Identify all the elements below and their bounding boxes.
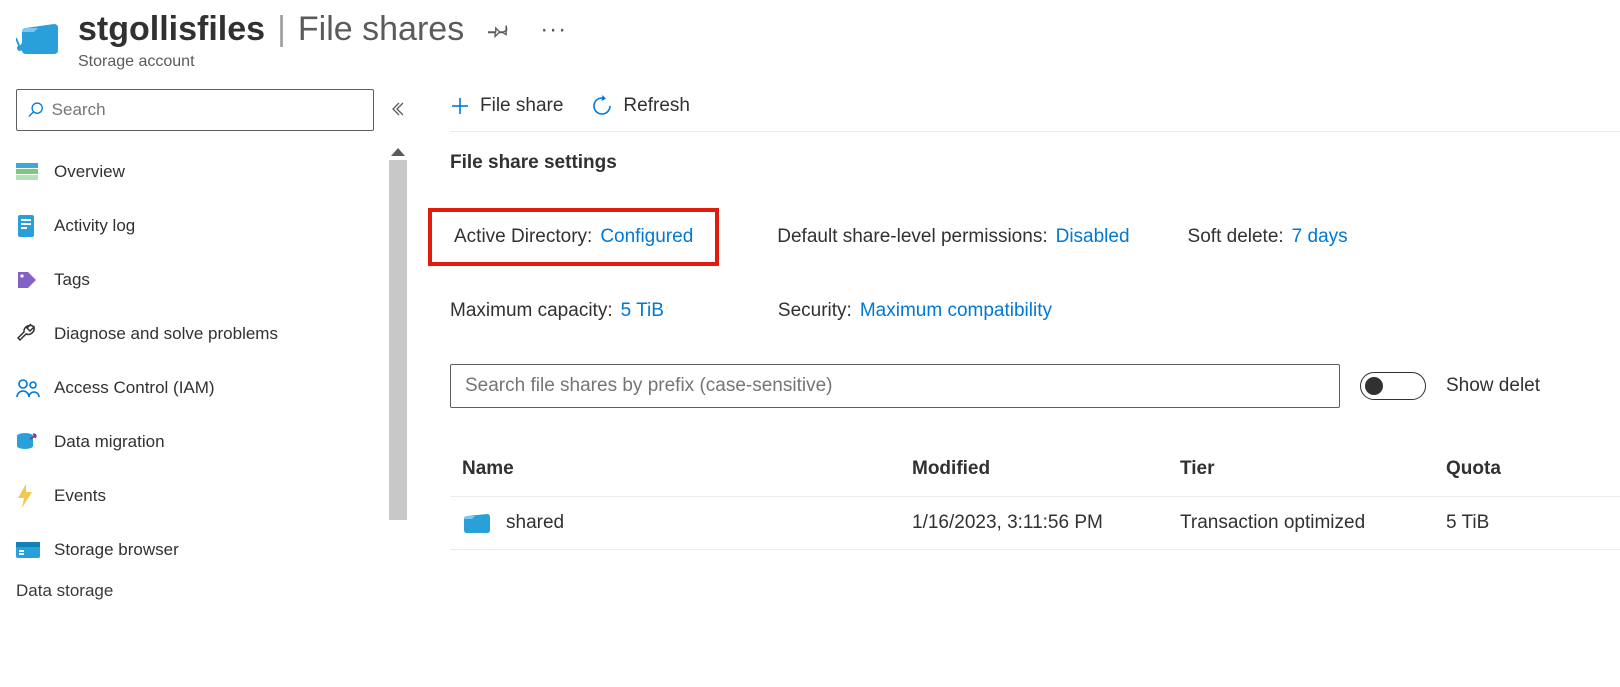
share-modified: 1/16/2023, 3:11:56 PM (912, 512, 1180, 534)
sidebar-item-label: Tags (54, 270, 90, 290)
settings-heading: File share settings (450, 152, 1620, 174)
col-modified[interactable]: Modified (912, 458, 1180, 480)
maximum-capacity-value-link[interactable]: 5 TiB (621, 300, 664, 322)
sidebar-item-label: Events (54, 486, 106, 506)
diagnose-icon (16, 323, 54, 345)
col-tier[interactable]: Tier (1180, 458, 1446, 480)
toolbar: File share Refresh (450, 89, 1620, 132)
blade-title: File shares (298, 10, 464, 49)
scroll-up-icon[interactable] (391, 148, 405, 156)
file-shares-table: Name Modified Tier Quota shared 1/16/202… (450, 458, 1620, 550)
sidebar-item-label: Access Control (IAM) (54, 378, 215, 398)
blade-header: stgollisfiles | File shares ··· Storage … (0, 0, 1620, 89)
events-icon (16, 484, 54, 508)
security-value-link[interactable]: Maximum compatibility (860, 300, 1052, 322)
sidebar: Overview Activity log Tags Diagnose and … (0, 89, 410, 681)
sidebar-item-label: Diagnose and solve problems (54, 324, 278, 344)
table-row[interactable]: shared 1/16/2023, 3:11:56 PM Transaction… (450, 497, 1620, 550)
header-titles: stgollisfiles | File shares ··· Storage … (78, 10, 567, 71)
sidebar-item-tags[interactable]: Tags (16, 253, 386, 307)
storage-account-icon (16, 20, 62, 61)
share-tier: Transaction optimized (1180, 512, 1446, 534)
sidebar-item-access-control[interactable]: Access Control (IAM) (16, 361, 386, 415)
sidebar-item-events[interactable]: Events (16, 469, 386, 523)
sidebar-search[interactable] (16, 89, 374, 131)
file-share-search-input[interactable] (450, 364, 1340, 408)
sidebar-item-diagnose[interactable]: Diagnose and solve problems (16, 307, 386, 361)
sidebar-item-overview[interactable]: Overview (16, 145, 386, 199)
security-label: Security: (778, 300, 852, 322)
main-content: File share Refresh File share settings A… (410, 89, 1620, 681)
default-permissions-label: Default share-level permissions: (777, 226, 1047, 248)
sidebar-item-data-migration[interactable]: Data migration (16, 415, 386, 469)
sidebar-item-label: Overview (54, 162, 125, 182)
refresh-button[interactable]: Refresh (591, 95, 690, 117)
access-control-icon (16, 378, 54, 398)
storage-browser-icon (16, 540, 54, 560)
share-quota: 5 TiB (1446, 512, 1616, 534)
sidebar-item-activity-log[interactable]: Activity log (16, 199, 386, 253)
sidebar-item-storage-browser[interactable]: Storage browser (16, 523, 386, 577)
overview-icon (16, 163, 54, 181)
maximum-capacity-label: Maximum capacity: (450, 300, 613, 322)
refresh-label: Refresh (623, 95, 690, 117)
add-file-share-label: File share (480, 95, 563, 117)
resource-type-label: Storage account (78, 53, 567, 71)
show-deleted-label: Show delet (1446, 375, 1540, 397)
add-file-share-button[interactable]: File share (450, 95, 563, 117)
sidebar-nav: Overview Activity log Tags Diagnose and … (16, 145, 406, 577)
data-migration-icon (16, 431, 54, 453)
sidebar-item-label: Activity log (54, 216, 135, 236)
show-deleted-toggle[interactable] (1360, 372, 1426, 400)
sidebar-item-label: Data migration (54, 432, 165, 452)
default-permissions-value-link[interactable]: Disabled (1056, 226, 1130, 248)
sidebar-scrollbar[interactable] (386, 145, 410, 681)
active-directory-value-link[interactable]: Configured (600, 226, 693, 248)
file-share-icon (462, 511, 492, 535)
more-icon[interactable]: ··· (540, 16, 567, 44)
sidebar-item-label: Storage browser (54, 540, 179, 560)
soft-delete-value-link[interactable]: 7 days (1292, 226, 1348, 248)
collapse-sidebar-icon[interactable] (388, 100, 406, 121)
col-quota[interactable]: Quota (1446, 458, 1616, 480)
scroll-thumb[interactable] (389, 160, 407, 520)
active-directory-label: Active Directory: (454, 226, 592, 248)
share-name: shared (506, 512, 564, 534)
table-header: Name Modified Tier Quota (450, 458, 1620, 497)
active-directory-highlight: Active Directory: Configured (428, 208, 719, 266)
tags-icon (16, 270, 54, 290)
soft-delete-label: Soft delete: (1188, 226, 1284, 248)
pin-icon[interactable] (488, 19, 510, 41)
search-input[interactable] (52, 100, 363, 120)
sidebar-section-data-storage: Data storage (16, 581, 406, 601)
activity-log-icon (16, 215, 54, 237)
resource-name: stgollisfiles (78, 10, 265, 49)
col-name[interactable]: Name (462, 458, 912, 480)
